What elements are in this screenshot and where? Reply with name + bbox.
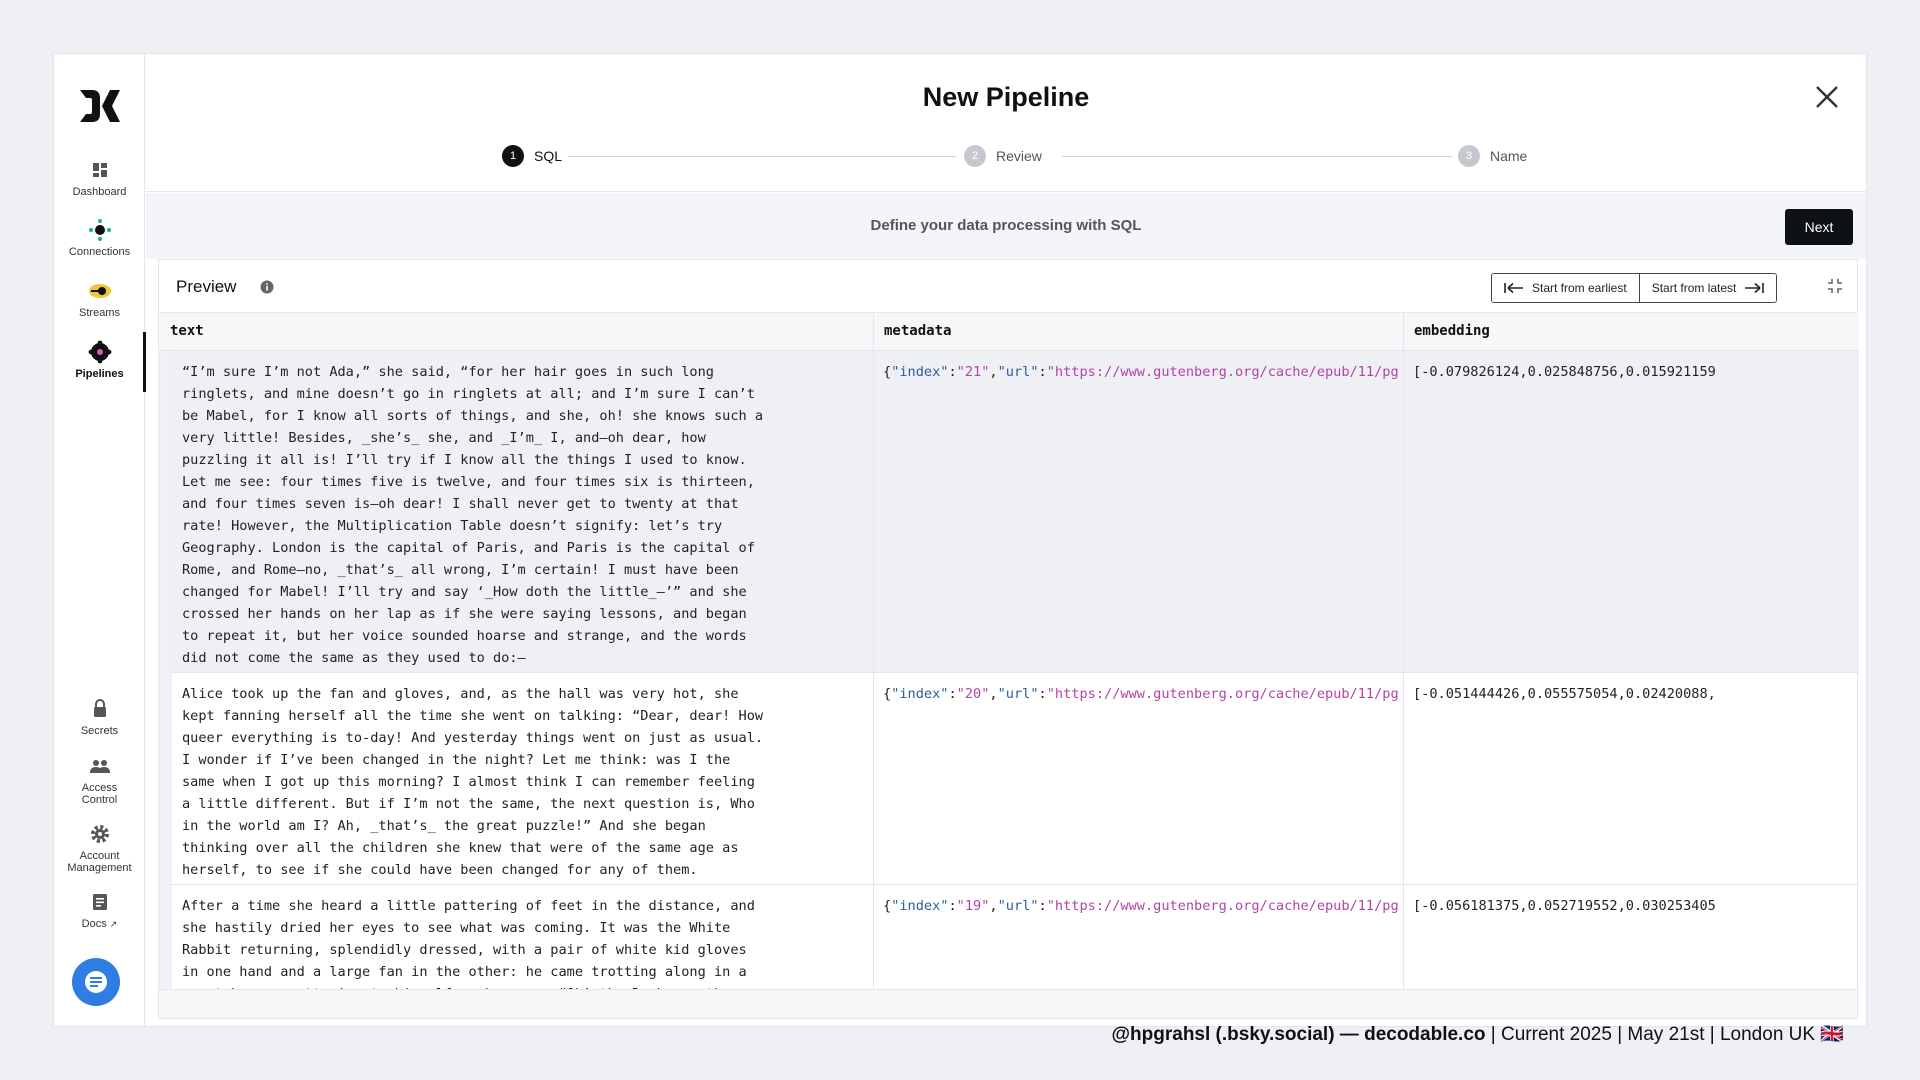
app-window: Dashboard Connections Streams Pipelines …: [54, 54, 1866, 1026]
preview-table: text metadata embedding “I’m sure I’m no…: [159, 313, 1859, 991]
skip-start-icon: [1504, 282, 1523, 294]
embedding-cell: [-0.056181375,0.052719552,0.030253405: [1413, 898, 1716, 914]
close-icon[interactable]: [1814, 84, 1840, 110]
sidebar-item-docs[interactable]: Docs ↗: [54, 890, 145, 930]
next-button[interactable]: Next: [1785, 209, 1853, 245]
embedding-cell: [-0.051444426,0.055575054,0.02420088,: [1413, 686, 1716, 702]
page-title: New Pipeline: [922, 82, 1090, 112]
sidebar-item-account-management[interactable]: Account Management: [54, 822, 145, 874]
sidebar-item-connections[interactable]: Connections: [54, 218, 145, 258]
start-from-latest-label: Start from latest: [1651, 281, 1737, 295]
streams-icon: [88, 284, 111, 298]
start-from-earliest-button[interactable]: Start from earliest: [1492, 274, 1639, 302]
footer-handle: @hpgrahsl (.bsky.social) — decodable.co: [1111, 1024, 1486, 1045]
dashboard-icon: [92, 163, 107, 177]
step-connector: [568, 156, 956, 157]
text-cell: “I’m sure I’m not Ada,” she said, “for h…: [182, 364, 764, 666]
sidebar-item-label: Streams: [79, 307, 120, 319]
sidebar-item-label: Secrets: [80, 725, 119, 737]
stepper: 1 SQL 2 Review 3 Name: [502, 145, 1527, 169]
slide-footer: @hpgrahsl (.bsky.social) — decodable.co …: [1112, 1022, 1844, 1046]
info-icon[interactable]: [260, 280, 274, 294]
column-header-metadata[interactable]: metadata: [873, 313, 1403, 351]
metadata-cell: {"index":"21","url":"https://www.gutenbe…: [883, 364, 1398, 380]
decodable-logo[interactable]: [76, 86, 124, 126]
step-label: Review: [996, 148, 1042, 164]
horizontal-scrollbar[interactable]: [159, 989, 1857, 1018]
column-header-text[interactable]: text: [159, 313, 873, 351]
step-sql[interactable]: 1 SQL: [502, 145, 562, 167]
subheader: Define your data processing with SQL Nex…: [146, 193, 1866, 259]
sidebar-item-secrets[interactable]: Secrets: [54, 697, 145, 737]
offset-button-group: Start from earliest Start from latest: [1491, 273, 1778, 303]
preview-toolbar: Preview Start from earliest Start from l…: [159, 260, 1857, 313]
gear-icon: [90, 825, 109, 843]
footer-event: | Current 2025 | May 21st | London UK 🇬🇧: [1485, 1024, 1844, 1045]
sidebar: Dashboard Connections Streams Pipelines …: [54, 54, 146, 1026]
sidebar-item-pipelines[interactable]: Pipelines: [54, 332, 146, 392]
step-number: 2: [964, 145, 986, 167]
sidebar-item-streams[interactable]: Streams: [54, 279, 145, 319]
step-connector: [1062, 156, 1452, 157]
column-divider: [873, 313, 874, 991]
external-link-icon: ↗: [109, 919, 118, 929]
preview-title: Preview: [176, 277, 237, 296]
sidebar-item-label: Account Management: [67, 850, 132, 874]
sidebar-item-label: Connections: [68, 246, 131, 258]
header: New Pipeline 1 SQL 2 Review 3 Name: [146, 54, 1866, 192]
collapse-icon[interactable]: [1827, 278, 1843, 294]
table-row[interactable]: Alice took up the fan and gloves, and, a…: [159, 673, 1859, 885]
step-number: 3: [1458, 145, 1480, 167]
lock-icon: [93, 699, 106, 717]
text-cell: Alice took up the fan and gloves, and, a…: [182, 686, 764, 878]
connections-icon: [88, 219, 111, 241]
column-divider: [1403, 313, 1404, 991]
sidebar-item-label: Access Control: [81, 782, 118, 806]
metadata-cell: {"index":"19","url":"https://www.gutenbe…: [883, 898, 1398, 914]
sidebar-item-access-control[interactable]: Access Control: [54, 754, 145, 806]
chat-icon: [85, 971, 107, 993]
sidebar-item-label: Docs: [81, 918, 107, 930]
step-name[interactable]: 3 Name: [1458, 145, 1527, 167]
step-label: SQL: [534, 148, 563, 164]
table-row[interactable]: “I’m sure I’m not Ada,” she said, “for h…: [159, 351, 1859, 673]
embedding-cell: [-0.079826124,0.025848756,0.015921159: [1413, 364, 1716, 380]
chat-button[interactable]: [72, 958, 120, 1006]
start-from-latest-button[interactable]: Start from latest: [1638, 274, 1777, 302]
step-review[interactable]: 2 Review: [964, 145, 1042, 167]
text-cell: After a time she heard a little patterin…: [182, 898, 755, 991]
table-row[interactable]: After a time she heard a little patterin…: [159, 885, 1859, 991]
people-icon: [89, 760, 110, 773]
step-number: 1: [502, 145, 524, 167]
docs-icon: [92, 894, 107, 910]
skip-end-icon: [1745, 282, 1765, 294]
sidebar-item-label: Pipelines: [75, 368, 124, 380]
start-from-earliest-label: Start from earliest: [1532, 281, 1627, 295]
metadata-cell: {"index":"20","url":"https://www.gutenbe…: [883, 686, 1398, 702]
subheader-text: Define your data processing with SQL: [870, 217, 1142, 234]
sidebar-item-label: Dashboard: [72, 186, 127, 198]
column-header-embedding[interactable]: embedding: [1403, 313, 1859, 351]
row-gutter: [159, 351, 172, 991]
pipelines-icon: [88, 340, 111, 364]
step-label: Name: [1490, 148, 1528, 164]
sidebar-item-dashboard[interactable]: Dashboard: [54, 158, 145, 198]
preview-panel: Preview Start from earliest Start from l…: [158, 259, 1859, 1019]
